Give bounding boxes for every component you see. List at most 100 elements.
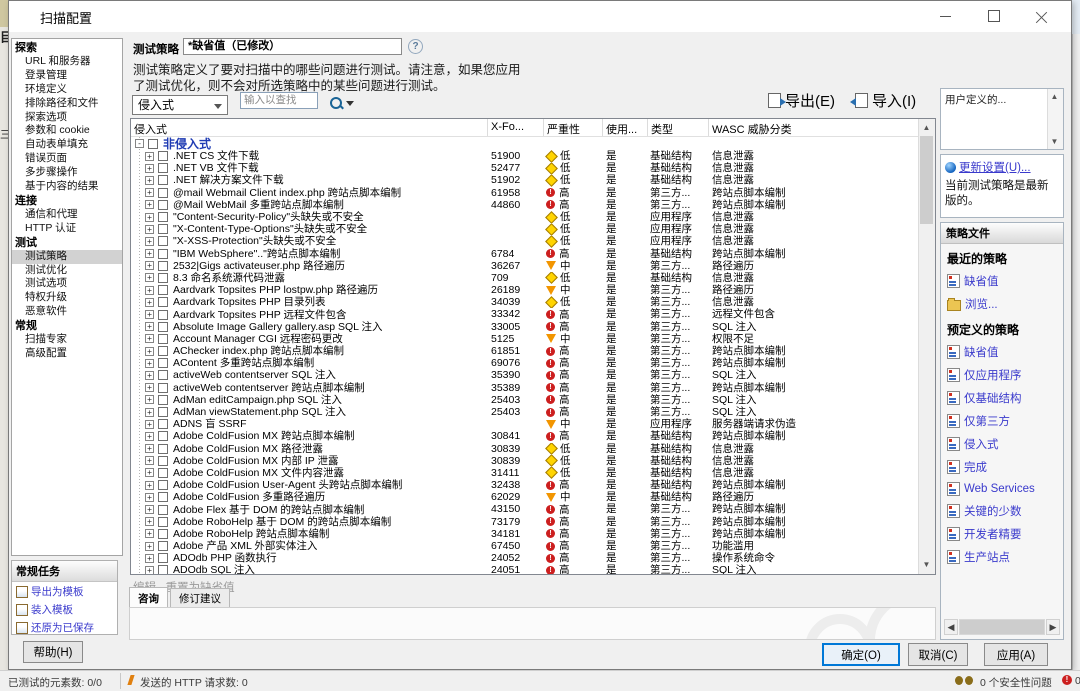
predefined-policy-仅应用程序[interactable]: 仅应用程序 bbox=[941, 363, 1063, 386]
expand-icon[interactable]: + bbox=[145, 481, 154, 490]
sidebar-item-排除路径和文件[interactable]: 排除路径和文件 bbox=[12, 97, 122, 111]
predefined-policy-Web Services[interactable]: Web Services bbox=[941, 478, 1063, 499]
collapse-icon[interactable]: - bbox=[135, 139, 144, 148]
checkbox[interactable] bbox=[158, 395, 168, 405]
issue-row[interactable]: +"X-XSS-Protection"头缺失或不安全低是应用程序信息泄露 bbox=[131, 235, 919, 247]
expand-icon[interactable]: + bbox=[145, 249, 154, 258]
expand-icon[interactable]: + bbox=[145, 213, 154, 222]
predefined-policy-侵入式[interactable]: 侵入式 bbox=[941, 432, 1063, 455]
sidebar-item-扫描专家[interactable]: 扫描专家 bbox=[12, 333, 122, 347]
predefined-policy-仅第三方[interactable]: 仅第三方 bbox=[941, 409, 1063, 432]
issue-row[interactable]: +2532|Gigs activateuser.php 路径遍历36267中是第… bbox=[131, 260, 919, 272]
scroll-right-icon[interactable]: ▶ bbox=[1046, 619, 1060, 635]
predefined-policy-缺省值[interactable]: 缺省值 bbox=[941, 340, 1063, 363]
expand-icon[interactable]: + bbox=[145, 188, 154, 197]
sidebar-item-测试选项[interactable]: 测试选项 bbox=[12, 277, 122, 291]
recent-policy-缺省值[interactable]: 缺省值 bbox=[941, 269, 1063, 292]
recent-policy-浏览...[interactable]: 浏览... bbox=[941, 292, 1063, 315]
checkbox[interactable] bbox=[158, 334, 168, 344]
predefined-policy-开发者精要[interactable]: 开发者精要 bbox=[941, 522, 1063, 545]
expand-icon[interactable]: + bbox=[145, 176, 154, 185]
issue-row[interactable]: +.NET 解决方案文件下载51902低是基础结构信息泄露 bbox=[131, 174, 919, 186]
checkbox[interactable] bbox=[158, 151, 168, 161]
issue-row[interactable]: +ADOdb PHP 函数执行24052!高是第三方...操作系统命令 bbox=[131, 552, 919, 564]
issue-row[interactable]: +ADOdb SQL 注入24051!高是第三方...SQL 注入 bbox=[131, 564, 919, 575]
policy-name-input[interactable]: *缺省值（已修改） bbox=[183, 38, 402, 55]
checkbox[interactable] bbox=[158, 517, 168, 527]
sidebar-item-URL 和服务器[interactable]: URL 和服务器 bbox=[12, 55, 122, 69]
expand-icon[interactable]: + bbox=[145, 164, 154, 173]
export-button[interactable]: 导出(E) bbox=[768, 90, 835, 111]
tree-root-row[interactable]: -非侵入式 bbox=[131, 137, 919, 150]
expand-icon[interactable]: + bbox=[145, 310, 154, 319]
sidebar-item-自动表单填充[interactable]: 自动表单填充 bbox=[12, 138, 122, 152]
checkbox[interactable] bbox=[158, 236, 168, 246]
checkbox[interactable] bbox=[158, 407, 168, 417]
issue-row[interactable]: +Adobe RoboHelp 基于 DOM 的跨站点脚本编制73179!高是第… bbox=[131, 516, 919, 528]
checkbox[interactable] bbox=[158, 175, 168, 185]
issue-row[interactable]: +activeWeb contentserver SQL 注入35390!高是第… bbox=[131, 369, 919, 381]
table-header[interactable]: 侵入式X-Fo...严重性使用...类型WASC 威胁分类 bbox=[131, 119, 919, 137]
issue-row[interactable]: +AChecker index.php 跨站点脚本编制61851!高是第三方..… bbox=[131, 345, 919, 357]
column-header-4[interactable]: 使用... bbox=[603, 119, 648, 136]
issue-row[interactable]: +"IBM WebSphere".."跨站点脚本编制6784!高是基础结构跨站点… bbox=[131, 248, 919, 260]
issue-row[interactable]: +Aardvark Topsites PHP 远程文件包含33342!高是第三方… bbox=[131, 308, 919, 320]
expand-icon[interactable]: + bbox=[145, 505, 154, 514]
predefined-policy-仅基础结构[interactable]: 仅基础结构 bbox=[941, 386, 1063, 409]
expand-icon[interactable]: + bbox=[145, 286, 154, 295]
checkbox[interactable] bbox=[158, 297, 168, 307]
sidebar-item-测试优化[interactable]: 测试优化 bbox=[12, 264, 122, 278]
issue-row[interactable]: +Adobe ColdFusion User-Agent 头跨站点脚本编制324… bbox=[131, 479, 919, 491]
task-link-导出为模板[interactable]: 导出为模板 bbox=[12, 582, 117, 600]
issue-row[interactable]: +"X-Content-Type-Options"头缺失或不安全低是应用程序信息… bbox=[131, 223, 919, 235]
predefined-policy-关键的少数[interactable]: 关键的少数 bbox=[941, 499, 1063, 522]
checkbox[interactable] bbox=[158, 322, 168, 332]
issue-row[interactable]: +"Content-Security-Policy"头缺失或不安全低是应用程序信… bbox=[131, 211, 919, 223]
search-icon[interactable] bbox=[330, 97, 342, 109]
update-settings-link[interactable]: 更新设置(U)... bbox=[959, 162, 1031, 174]
issue-row[interactable]: +Adobe 产品 XML 外部实体注入67450!高是第三方...功能滥用 bbox=[131, 540, 919, 552]
expand-icon[interactable]: + bbox=[145, 371, 154, 380]
expand-icon[interactable]: + bbox=[145, 444, 154, 453]
expand-icon[interactable]: + bbox=[145, 273, 154, 282]
checkbox[interactable] bbox=[158, 383, 168, 393]
expand-icon[interactable]: + bbox=[145, 200, 154, 209]
checkbox[interactable] bbox=[158, 310, 168, 320]
cancel-button[interactable]: 取消(C) bbox=[908, 643, 968, 666]
tab-咨询[interactable]: 咨询 bbox=[129, 587, 168, 607]
expand-icon[interactable]: + bbox=[145, 322, 154, 331]
sidebar-item-环境定义[interactable]: 环境定义 bbox=[12, 83, 122, 97]
minimize-button[interactable] bbox=[922, 1, 969, 31]
column-header-2[interactable]: X-Fo... bbox=[488, 119, 544, 136]
checkbox[interactable] bbox=[158, 285, 168, 295]
expand-icon[interactable]: + bbox=[145, 420, 154, 429]
expand-icon[interactable]: + bbox=[145, 359, 154, 368]
checkbox[interactable] bbox=[158, 212, 168, 222]
expand-icon[interactable]: + bbox=[145, 237, 154, 246]
issue-row[interactable]: +Adobe ColdFusion MX 跨站点脚本编制30841!高是基础结构… bbox=[131, 430, 919, 442]
checkbox[interactable] bbox=[158, 456, 168, 466]
sidebar-item-HTTP 认证[interactable]: HTTP 认证 bbox=[12, 222, 122, 236]
policy-panel-hscrollbar[interactable]: ◀ ▶ bbox=[944, 619, 1060, 635]
sidebar-item-高级配置[interactable]: 高级配置 bbox=[12, 347, 122, 361]
search-input[interactable]: 输入以查找 bbox=[240, 92, 318, 109]
checkbox[interactable] bbox=[158, 565, 168, 575]
issue-row[interactable]: +AdMan viewStatement.php SQL 注入25403!高是第… bbox=[131, 406, 919, 418]
issue-row[interactable]: +Adobe RoboHelp 跨站点脚本编制34181!高是第三方...跨站点… bbox=[131, 528, 919, 540]
checkbox[interactable] bbox=[158, 480, 168, 490]
checkbox[interactable] bbox=[158, 468, 168, 478]
checkbox[interactable] bbox=[158, 541, 168, 551]
expand-icon[interactable]: + bbox=[145, 298, 154, 307]
checkbox[interactable] bbox=[158, 249, 168, 259]
issue-row[interactable]: +.NET VB 文件下载52477低是基础结构信息泄露 bbox=[131, 162, 919, 174]
expand-icon[interactable]: + bbox=[145, 529, 154, 538]
expand-icon[interactable]: + bbox=[145, 432, 154, 441]
search-options-chevron-icon[interactable] bbox=[346, 101, 354, 106]
checkbox[interactable] bbox=[158, 358, 168, 368]
scrollbar-thumb[interactable] bbox=[959, 619, 1045, 635]
sidebar-item-参数和 cookie[interactable]: 参数和 cookie bbox=[12, 124, 122, 138]
expand-icon[interactable]: + bbox=[145, 468, 154, 477]
issue-row[interactable]: +Adobe ColdFusion MX 路径泄露30839低是基础结构信息泄露 bbox=[131, 443, 919, 455]
checkbox[interactable] bbox=[158, 529, 168, 539]
sidebar-item-基于内容的结果[interactable]: 基于内容的结果 bbox=[12, 180, 122, 194]
